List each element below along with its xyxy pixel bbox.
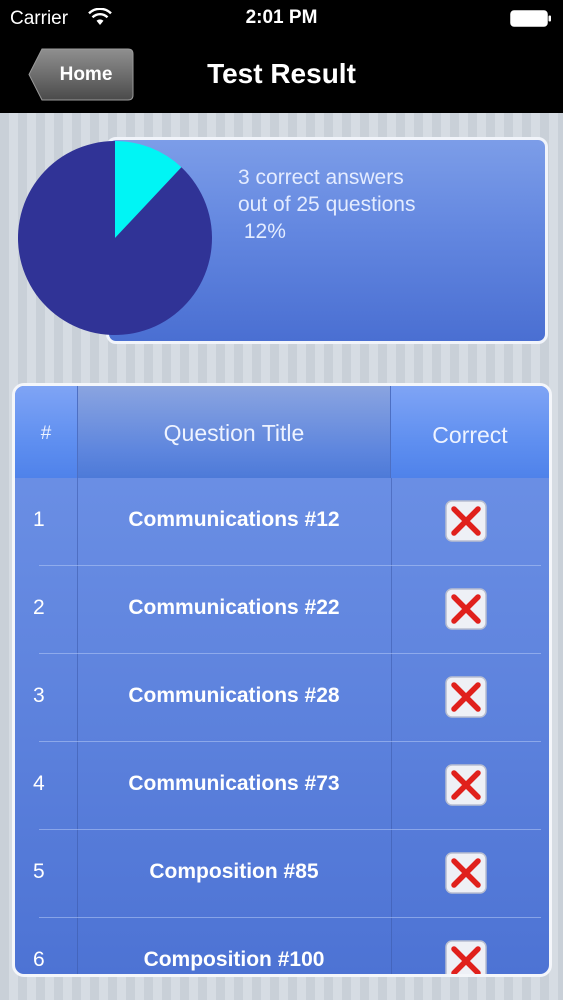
- pie-slice-incorrect: [17, 141, 213, 335]
- row-question-title: Composition #85: [149, 860, 319, 883]
- row-number: 6: [33, 948, 45, 971]
- table-row[interactable]: 4 Communications #73: [15, 742, 549, 830]
- row-number: 5: [33, 860, 45, 883]
- incorrect-x-icon: [445, 676, 487, 718]
- table-row[interactable]: 3 Communications #28: [15, 654, 549, 742]
- header-number: #: [40, 423, 52, 444]
- incorrect-x-icon: [445, 940, 487, 974]
- score-summary-text: 3 correct answers out of 25 questions 12…: [238, 166, 416, 243]
- table-row[interactable]: 5 Composition #85: [15, 830, 549, 918]
- header-question-title: Question Title: [163, 420, 305, 446]
- row-question-title: Communications #22: [128, 596, 340, 619]
- results-table: # Question Title Correct 1 Communications…: [12, 383, 552, 977]
- page-title: Test Result: [207, 58, 356, 89]
- row-question-title: Communications #73: [128, 772, 340, 795]
- row-number: 3: [33, 684, 45, 707]
- incorrect-x-icon: [445, 852, 487, 894]
- incorrect-x-icon: [445, 500, 487, 542]
- row-number: 1: [33, 508, 45, 531]
- score-pie-chart: [17, 141, 213, 335]
- table-row[interactable]: 1 Communications #12: [15, 478, 549, 566]
- row-question-title: Communications #12: [128, 508, 340, 531]
- row-question-title: Communications #28: [128, 684, 340, 707]
- header-correct: Correct: [432, 422, 508, 448]
- navigation-bar: Home Test Result: [0, 36, 563, 113]
- row-number: 4: [33, 772, 45, 795]
- row-number: 2: [33, 596, 45, 619]
- battery-icon: [510, 10, 551, 27]
- table-header: # Question Title Correct: [15, 386, 549, 478]
- status-time: 2:01 PM: [245, 7, 318, 28]
- incorrect-x-icon: [445, 588, 487, 630]
- incorrect-x-icon: [445, 764, 487, 806]
- status-bar: Carrier 2:01 PM: [0, 0, 563, 36]
- table-row[interactable]: 6 Composition #100: [15, 918, 549, 974]
- row-question-title: Composition #100: [143, 948, 325, 971]
- table-row[interactable]: 2 Communications #22: [15, 566, 549, 654]
